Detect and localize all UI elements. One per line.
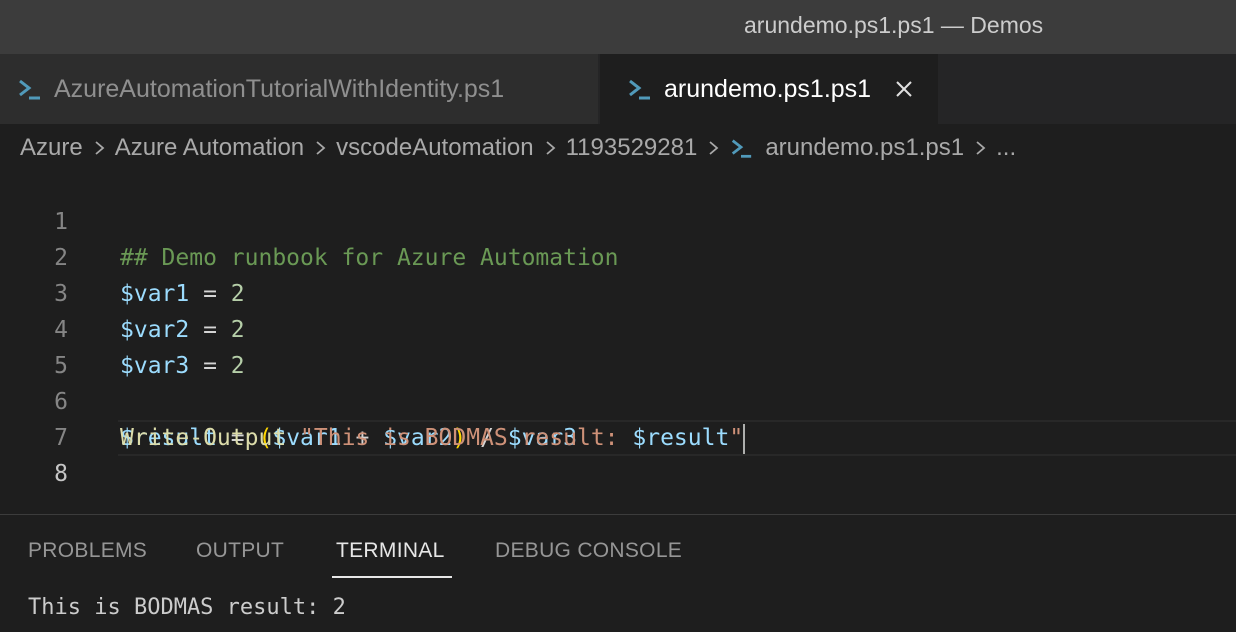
- title-bar: arundemo.ps1.ps1 — Demos: [0, 0, 1236, 54]
- chevron-right-icon: [95, 141, 105, 155]
- current-line-highlight: Write-Output "This is BODMAS result: $re…: [118, 420, 1236, 456]
- active-tab-indicator: [332, 576, 452, 578]
- code-line: 3 $var2 = 2: [0, 240, 1236, 343]
- code-line: 1 ## Demo runbook for Azure Automation: [0, 168, 1236, 271]
- editor-tab-bar: AzureAutomationTutorialWithIdentity.ps1 …: [0, 54, 1236, 124]
- chevron-right-icon: [709, 141, 719, 155]
- powershell-icon: [732, 139, 752, 158]
- text-cursor: [743, 423, 746, 454]
- tab-terminal[interactable]: TERMINAL: [336, 539, 445, 563]
- code-line: 4 $var3 = 2: [0, 276, 1236, 379]
- string-token: "This is BODMAS result:: [300, 425, 633, 451]
- variable-token: $result: [632, 425, 730, 451]
- chevron-right-icon: [546, 141, 555, 155]
- powershell-icon: [19, 79, 40, 100]
- breadcrumb-item[interactable]: Azure Automation: [115, 134, 304, 162]
- code-line: 6 $result = ($var1 + $var2) / $var3: [0, 348, 1236, 451]
- chevron-right-icon: [316, 141, 326, 155]
- tab-problems[interactable]: PROBLEMS: [28, 539, 147, 563]
- breadcrumb-item[interactable]: 1193529281: [566, 134, 698, 162]
- window-title: arundemo.ps1.ps1 — Demos: [744, 12, 1044, 38]
- code-line: 2 $var1 = 2: [0, 204, 1236, 307]
- tab-label: arundemo.ps1.ps1: [664, 74, 872, 103]
- terminal-output[interactable]: This is BODMAS result: 2: [28, 595, 346, 620]
- code-line: 5: [0, 312, 1236, 379]
- tab-label: AzureAutomationTutorialWithIdentity.ps1: [54, 74, 505, 103]
- powershell-icon: [629, 79, 650, 100]
- breadcrumb-item[interactable]: Azure: [20, 134, 83, 162]
- code-line: 7: [0, 384, 1236, 451]
- breadcrumb-item[interactable]: vscodeAutomation: [336, 134, 533, 162]
- tab-output[interactable]: OUTPUT: [196, 539, 284, 563]
- tab-debug-console[interactable]: DEBUG CONSOLE: [495, 539, 682, 563]
- bottom-panel: PROBLEMS OUTPUT TERMINAL DEBUG CONSOLE T…: [0, 514, 1236, 632]
- function-token: Write-Output: [120, 425, 287, 451]
- line-number-current: 8: [54, 461, 68, 487]
- chevron-right-icon: [976, 141, 986, 155]
- close-icon[interactable]: [893, 78, 915, 100]
- breadcrumb: Azure Azure Automation vscodeAutomation …: [20, 130, 1016, 166]
- string-token: ": [729, 425, 744, 451]
- breadcrumb-item[interactable]: arundemo.ps1.ps1: [765, 134, 964, 162]
- code-editor[interactable]: 1 ## Demo runbook for Azure Automation 2…: [0, 168, 1236, 514]
- tab-arundemo[interactable]: arundemo.ps1.ps1: [600, 54, 938, 124]
- tab-azure-automation-tutorial[interactable]: AzureAutomationTutorialWithIdentity.ps1: [0, 54, 598, 124]
- breadcrumb-symbols[interactable]: ...: [996, 134, 1016, 162]
